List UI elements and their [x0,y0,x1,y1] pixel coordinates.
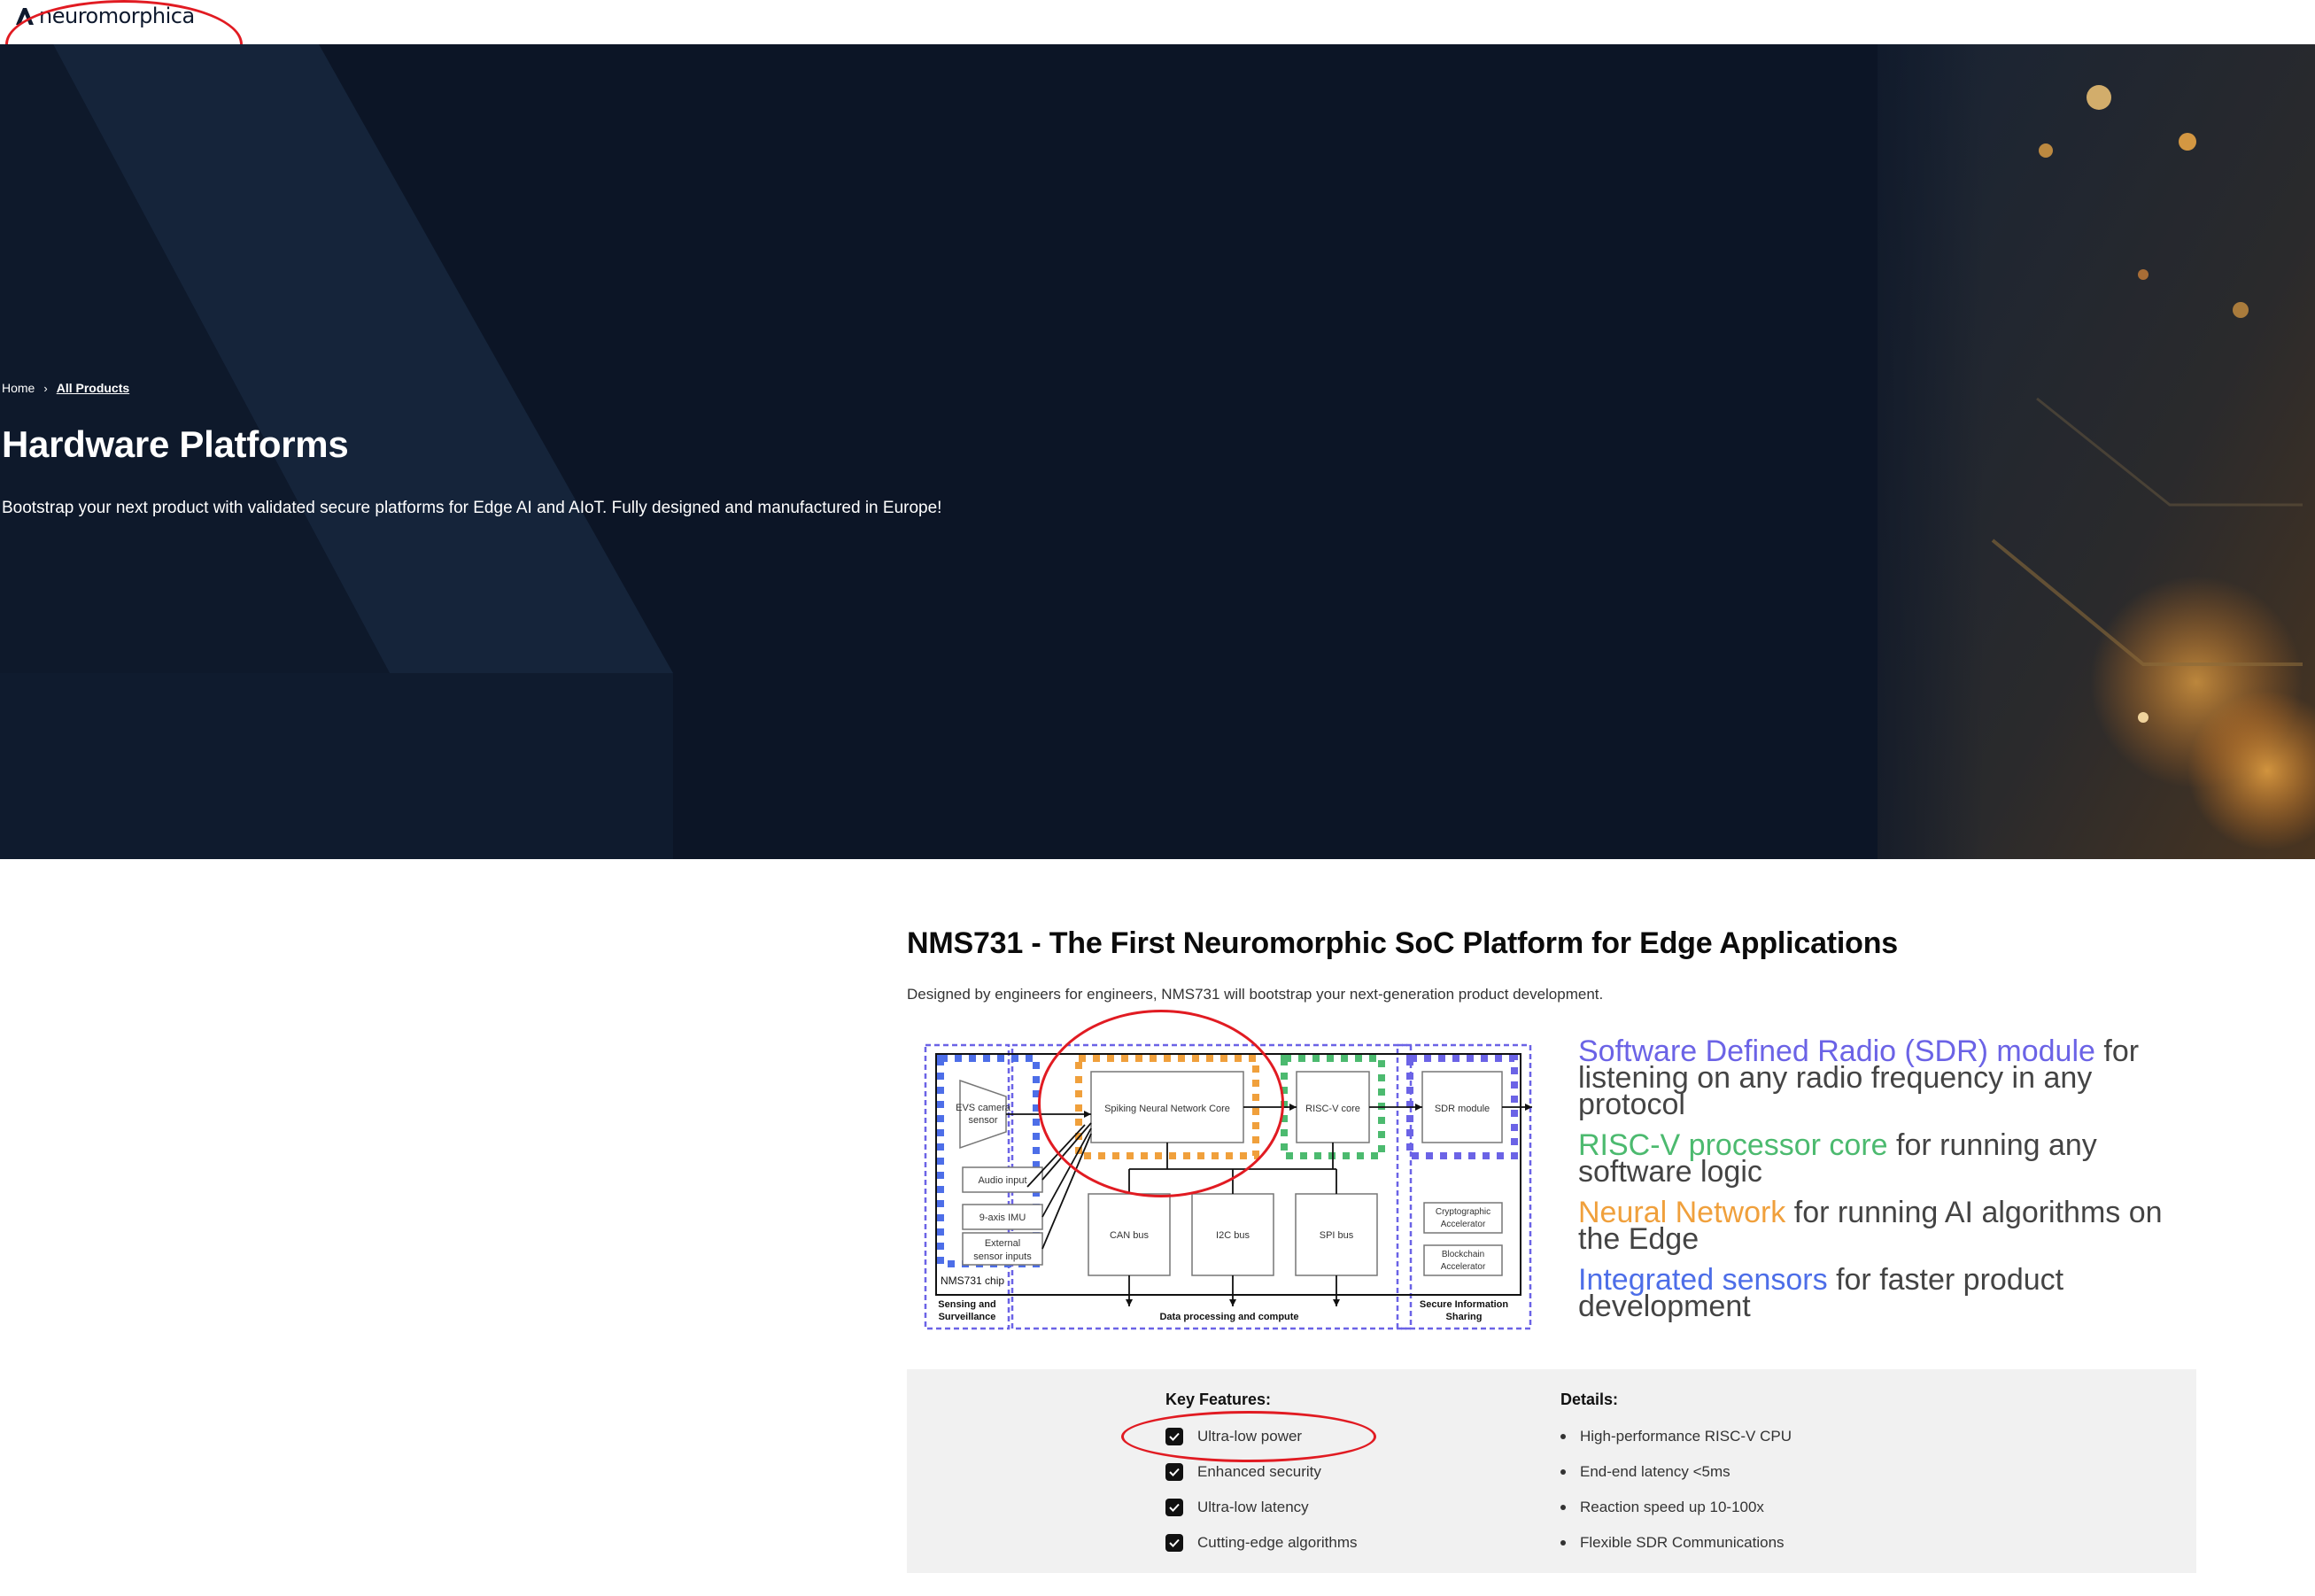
logo[interactable]: neuromorphica [14,4,195,28]
spi-bus-label: SPI bus [1320,1230,1354,1241]
breadcrumb-chevron-icon: › [43,381,48,395]
top-bar: neuromorphica [0,0,2315,44]
features-panel: Key Features: Ultra-low power Enhanced s… [907,1369,2196,1573]
logo-mark-icon [16,8,34,25]
checkbox-checked-icon [1165,1499,1183,1516]
bullet-icon [1560,1505,1566,1510]
blockchain-label-1: Blockchain [1442,1250,1484,1259]
audio-input-label: Audio input [978,1175,1026,1186]
key-features-title: Key Features: [1165,1391,1272,1408]
i2c-bus-label: I2C bus [1216,1230,1250,1241]
breadcrumb: Home › All Products [2,381,129,395]
feature-sdr: Software Defined Radio (SDR) module for … [1578,1036,2198,1120]
key-feature-label: Ultra-low latency [1197,1499,1309,1515]
detail-item: Flexible SDR Communications [1560,1534,1785,1552]
evs-label-2: sensor [968,1115,997,1126]
bullet-icon [1560,1469,1566,1475]
product-subtitle: Designed by engineers for engineers, NMS… [907,986,1604,1003]
breadcrumb-all-products[interactable]: All Products [57,381,129,395]
key-feature-item: Enhanced security [1165,1463,1321,1481]
feature-descriptions: Software Defined Radio (SDR) module for … [1578,1036,2198,1334]
data-processing-caption: Data processing and compute [1159,1312,1298,1322]
secure-caption-1: Secure Information [1420,1299,1509,1310]
sdr-module-label: SDR module [1435,1104,1490,1114]
feature-nn: Neural Network for running AI algorithms… [1578,1197,2198,1254]
key-feature-label: Ultra-low power [1197,1428,1303,1445]
checkbox-checked-icon [1165,1463,1183,1481]
feature-riscv: RISC-V processor core for running any so… [1578,1130,2198,1187]
checkbox-checked-icon [1165,1428,1183,1445]
key-feature-item: Ultra-low latency [1165,1499,1309,1516]
key-feature-label: Enhanced security [1197,1463,1321,1480]
secure-caption-2: Sharing [1446,1312,1483,1322]
chip-label: NMS731 chip [941,1274,1004,1287]
crypto-label-2: Accelerator [1441,1220,1486,1229]
evs-label-1: EVS camera [956,1103,1011,1113]
crypto-label-1: Cryptographic [1436,1207,1490,1217]
page-title: Hardware Platforms [2,423,349,465]
detail-label: Reaction speed up 10-100x [1580,1499,1764,1515]
hero-banner: Home › All Products Hardware Platforms B… [0,44,2315,859]
detail-item: Reaction speed up 10-100x [1560,1499,1764,1516]
product-title: NMS731 - The First Neuromorphic SoC Plat… [907,926,1899,960]
detail-label: Flexible SDR Communications [1580,1534,1785,1551]
soc-block-diagram: EVS camera sensor Audio input 9-axis IMU… [921,1036,1541,1337]
riscv-core-label: RISC-V core [1305,1104,1360,1114]
sensing-caption-2: Surveillance [939,1312,996,1322]
detail-label: High-performance RISC-V CPU [1580,1428,1792,1445]
details-title: Details: [1560,1391,1619,1408]
hero-subtitle: Bootstrap your next product with validat… [2,499,942,517]
key-feature-item: Cutting-edge algorithms [1165,1534,1357,1552]
can-bus-label: CAN bus [1110,1230,1150,1241]
bullet-icon [1560,1540,1566,1546]
key-feature-label: Cutting-edge algorithms [1197,1534,1358,1551]
external-label-2: sensor inputs [973,1251,1032,1262]
external-label-1: External [985,1238,1020,1249]
snn-core-label: Spiking Neural Network Core [1104,1104,1230,1114]
detail-label: End-end latency <5ms [1580,1463,1730,1480]
checkbox-checked-icon [1165,1534,1183,1552]
detail-item: High-performance RISC-V CPU [1560,1428,1792,1445]
breadcrumb-home[interactable]: Home [2,381,35,395]
blockchain-label-2: Accelerator [1441,1262,1486,1272]
sensing-caption-1: Sensing and [938,1299,995,1310]
detail-item: End-end latency <5ms [1560,1463,1730,1481]
bullet-icon [1560,1434,1566,1439]
imu-label: 9-axis IMU [979,1212,1026,1223]
key-feature-item: Ultra-low power [1165,1428,1302,1445]
logo-text: neuromorphica [39,4,195,28]
feature-sensors: Integrated sensors for faster product de… [1578,1265,2198,1321]
